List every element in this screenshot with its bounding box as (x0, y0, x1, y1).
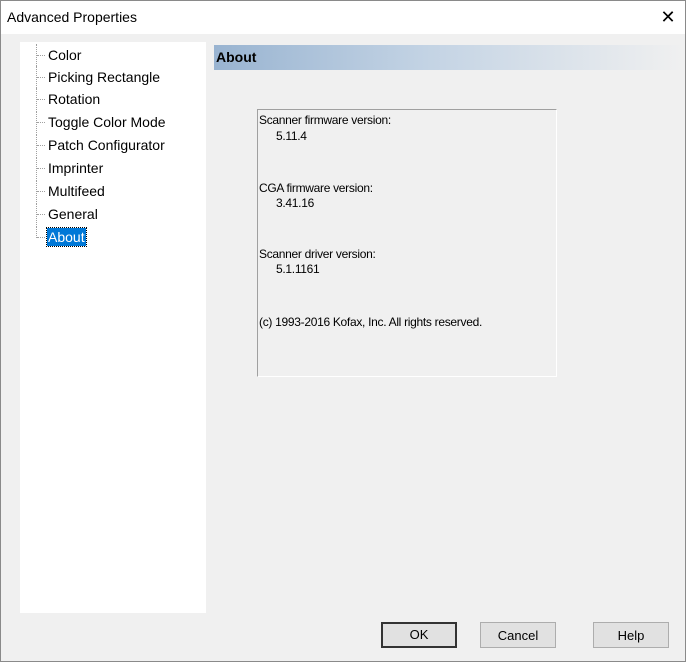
cga-firmware-label: CGA firmware version: (259, 181, 373, 195)
scanner-driver-value: 5.1.1161 (276, 262, 320, 276)
tree-connector (37, 168, 45, 169)
tree-connector (37, 122, 45, 123)
tree-connector (37, 77, 45, 78)
window-title: Advanced Properties (7, 9, 137, 25)
tree-item-label: Rotation (48, 91, 101, 107)
copyright-text: (c) 1993-2016 Kofax, Inc. All rights res… (259, 315, 482, 329)
tree-connector (37, 237, 45, 238)
tree-item-label: Multifeed (48, 183, 105, 199)
version-info-box (257, 109, 557, 377)
panel-header: About (214, 45, 684, 70)
help-button[interactable]: Help (593, 622, 669, 648)
cancel-button[interactable]: Cancel (480, 622, 556, 648)
tree-item-label: Toggle Color Mode (48, 114, 166, 130)
tree-connector (37, 99, 45, 100)
title-bar[interactable]: Advanced Properties ✕ (1, 1, 685, 34)
cga-firmware-value: 3.41.16 (276, 196, 314, 210)
tree-item-label: About (46, 227, 87, 247)
tree-item-label: Color (48, 47, 82, 63)
ok-button[interactable]: OK (381, 622, 457, 648)
tree-connector (37, 191, 45, 192)
tree-item-label: Imprinter (48, 160, 104, 176)
tree-connector (37, 214, 45, 215)
scanner-firmware-label: Scanner firmware version: (259, 113, 391, 127)
advanced-properties-dialog: Advanced Properties ✕ Color Picking Rect… (0, 0, 686, 662)
tree-item-label: General (48, 206, 98, 222)
close-icon[interactable]: ✕ (651, 1, 685, 34)
tree-connector (37, 55, 45, 56)
tree-connector (37, 145, 45, 146)
property-tree[interactable]: Color Picking Rectangle Rotation Toggle … (20, 42, 206, 613)
scanner-firmware-value: 5.11.4 (276, 129, 307, 143)
tree-item-label: Picking Rectangle (48, 69, 161, 85)
panel-title: About (216, 49, 257, 65)
tree-item-label: Patch Configurator (48, 137, 165, 153)
scanner-driver-label: Scanner driver version: (259, 247, 376, 261)
